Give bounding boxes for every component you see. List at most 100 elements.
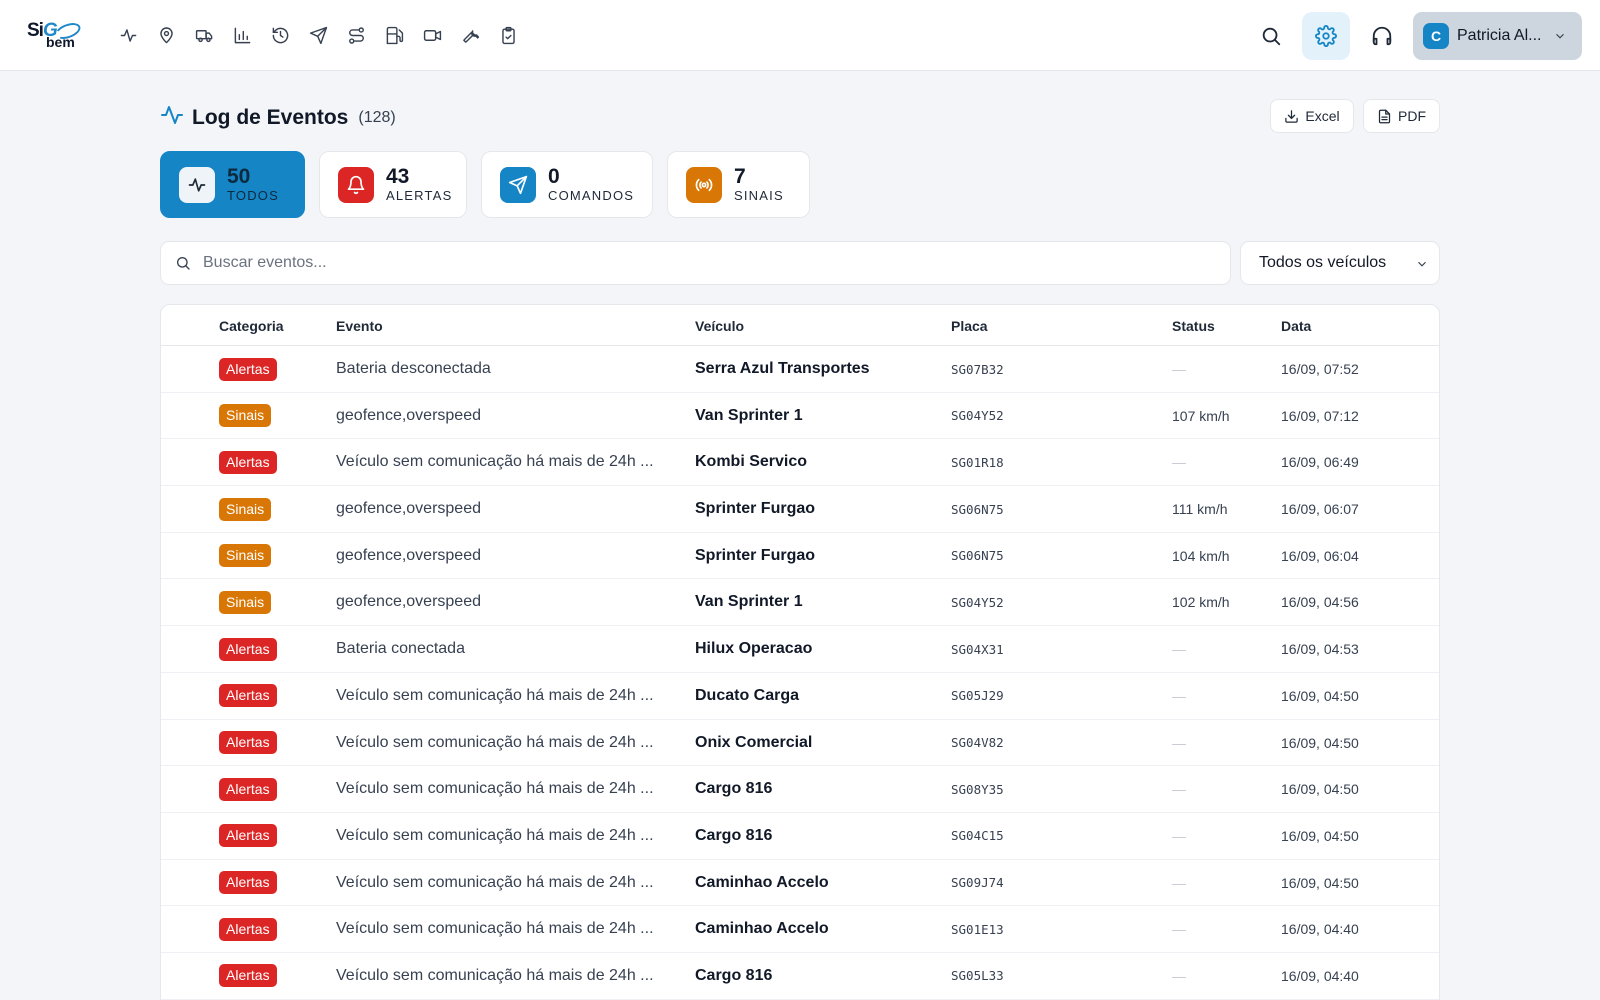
column-header-plate[interactable]: Placa <box>951 318 988 334</box>
event-cell: geofence,overspeed <box>336 546 481 564</box>
table-row[interactable]: Sinais geofence,overspeed Sprinter Furgao S… <box>161 486 1439 533</box>
table-body: Alertas Bateria desconectada Serra Azul Tr… <box>161 346 1439 1000</box>
table-row[interactable]: Sinais geofence,overspeed Van Sprinter 1 SG… <box>161 579 1439 627</box>
category-badge: Sinais <box>219 590 272 614</box>
table-row[interactable]: Alertas Veículo sem comunicação há mais d… <box>161 860 1439 907</box>
date-cell: 16/09, 07:52 <box>1281 361 1359 377</box>
event-cell: Bateria conectada <box>336 640 465 658</box>
date-cell: 16/09, 04:50 <box>1281 687 1359 704</box>
app-logo[interactable]: SiG bem <box>27 19 83 52</box>
category-badge: Alertas <box>219 871 277 895</box>
export-pdf-button[interactable]: PDF <box>1363 99 1440 133</box>
event-cell: Veículo sem comunicação há mais de 24h .… <box>336 920 654 938</box>
vehicle-cell: Cargo 816 <box>695 826 773 844</box>
column-header-category[interactable]: Categoria <box>219 318 284 334</box>
table-row[interactable]: Alertas Veículo sem comunicação há mais d… <box>161 673 1439 720</box>
logo-text-top: Si <box>27 20 44 41</box>
clipboard-check-icon[interactable] <box>496 23 521 48</box>
video-icon[interactable] <box>420 23 445 48</box>
stat-card-sinais[interactable]: 7 SINAIS <box>667 151 810 218</box>
wrench-icon[interactable] <box>458 23 483 48</box>
vehicle-cell: Hilux Operacao <box>695 640 813 658</box>
vehicle-filter-select[interactable]: Todos os veículos <box>1240 241 1440 285</box>
settings-button[interactable] <box>1302 12 1350 60</box>
date-cell: 16/09, 06:04 <box>1281 547 1359 564</box>
table-row[interactable]: Alertas Veículo sem comunicação há mais d… <box>161 439 1439 487</box>
headset-icon <box>1372 26 1392 46</box>
plate-cell: SG04V82 <box>951 735 1004 750</box>
plate-cell: SG06N75 <box>951 548 1004 564</box>
status-cell: — <box>1172 641 1186 658</box>
export-excel-button[interactable]: Excel <box>1270 99 1354 133</box>
category-cell: Sinais <box>219 486 272 532</box>
vehicle-cell: Cargo 816 <box>695 780 773 798</box>
table-row[interactable]: Alertas Veículo sem comunicação há mais d… <box>161 766 1439 813</box>
status-cell: 102 km/h <box>1172 594 1230 611</box>
date-cell: 16/09, 04:53 <box>1281 641 1359 658</box>
stat-card-todos[interactable]: 50 TODOS <box>160 151 305 218</box>
table-row[interactable]: Sinais geofence,overspeed Sprinter Furgao S… <box>161 533 1439 580</box>
date-cell: 16/09, 04:40 <box>1281 921 1359 938</box>
bar-chart-icon[interactable] <box>230 23 255 48</box>
chevron-down-icon <box>1415 257 1429 276</box>
category-badge: Alertas <box>219 684 277 708</box>
bell-icon <box>338 166 374 203</box>
activity-icon[interactable] <box>116 23 141 48</box>
status-cell: 104 km/h <box>1172 547 1230 564</box>
stat-label: SINAIS <box>734 187 784 203</box>
column-header-vehicle[interactable]: Veículo <box>695 318 744 334</box>
event-cell: Veículo sem comunicação há mais de 24h .… <box>336 966 654 984</box>
top-bar: SiG bem C Patricia Al... <box>0 0 1600 71</box>
vehicle-cell: Kombi Servico <box>695 453 808 471</box>
date-cell: 16/09, 06:07 <box>1281 501 1359 518</box>
column-header-event[interactable]: Evento <box>336 318 383 334</box>
date-cell: 16/09, 06:49 <box>1281 454 1359 471</box>
stat-value: 50 <box>227 164 251 188</box>
category-badge: Alertas <box>219 777 277 801</box>
map-pin-icon[interactable] <box>154 23 179 48</box>
search-input[interactable] <box>203 254 1203 272</box>
date-cell: 16/09, 04:40 <box>1281 967 1359 984</box>
status-cell: 107 km/h <box>1172 407 1230 424</box>
date-cell: 16/09, 04:50 <box>1281 874 1359 891</box>
search-icon <box>1262 27 1281 46</box>
user-name: Patricia Al... <box>1457 27 1542 44</box>
fuel-icon[interactable] <box>382 23 407 48</box>
stat-card-alertas[interactable]: 43 ALERTAS <box>319 151 467 218</box>
table-row[interactable]: Alertas Veículo sem comunicação há mais d… <box>161 953 1439 1000</box>
history-icon[interactable] <box>268 23 293 48</box>
search-bar <box>160 241 1231 285</box>
search-button[interactable] <box>1247 12 1295 60</box>
stat-label: COMANDOS <box>548 187 635 203</box>
plate-cell: SG04Y52 <box>951 594 1004 610</box>
event-cell: geofence,overspeed <box>336 500 481 518</box>
truck-icon[interactable] <box>192 23 217 48</box>
column-header-date[interactable]: Data <box>1281 318 1311 334</box>
table-row[interactable]: Alertas Veículo sem comunicação há mais d… <box>161 720 1439 767</box>
avatar: C <box>1423 23 1449 49</box>
plate-cell: SG05L33 <box>951 968 1004 984</box>
category-cell: Alertas <box>219 953 277 999</box>
table-row[interactable]: Alertas Bateria desconectada Serra Azul Tr… <box>161 346 1439 393</box>
date-cell: 16/09, 04:50 <box>1281 827 1359 844</box>
user-menu-button[interactable]: C Patricia Al... <box>1413 12 1582 60</box>
page-header: Log de Eventos (128) <box>160 103 396 132</box>
table-row[interactable]: Sinais geofence,overspeed Van Sprinter 1 SG… <box>161 393 1439 440</box>
table-row[interactable]: Alertas Veículo sem comunicação há mais d… <box>161 813 1439 860</box>
stat-label: ALERTAS <box>386 187 453 203</box>
stat-card-comandos[interactable]: 0 COMANDOS <box>481 151 653 218</box>
event-cell: geofence,overspeed <box>336 406 481 424</box>
table-row[interactable]: Alertas Bateria conectada Hilux Operacao SG… <box>161 626 1439 673</box>
route-icon[interactable] <box>344 23 369 48</box>
events-table: Categoria Evento Veículo Placa Status Da… <box>160 304 1440 1000</box>
plate-cell: SG04X31 <box>951 641 1004 657</box>
event-cell: Veículo sem comunicação há mais de 24h .… <box>336 780 654 798</box>
support-button[interactable] <box>1358 12 1406 60</box>
stat-value: 7 <box>734 164 746 188</box>
column-header-status[interactable]: Status <box>1172 318 1215 334</box>
plate-cell: SG01E13 <box>951 921 1004 937</box>
gear-icon <box>1315 25 1337 47</box>
category-badge: Alertas <box>219 731 277 754</box>
table-row[interactable]: Alertas Veículo sem comunicação há mais d… <box>161 906 1439 953</box>
send-icon[interactable] <box>306 23 331 48</box>
